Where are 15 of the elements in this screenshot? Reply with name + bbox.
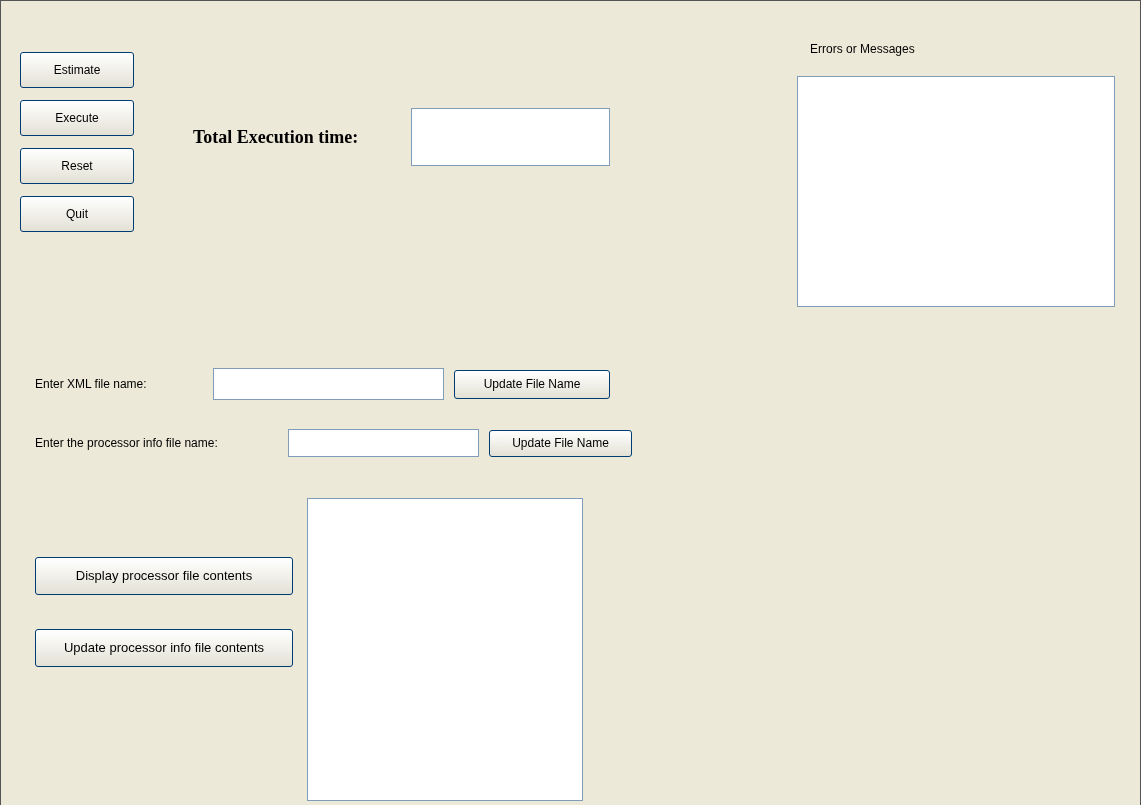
processor-button[interactable]: Update processor info file contents (35, 629, 293, 667)
processor-button[interactable]: Display processor file contents (35, 557, 293, 595)
action-button[interactable]: Execute (20, 100, 134, 136)
file-name-label: Enter XML file name: (35, 376, 148, 393)
execution-time-label: Total Execution time: (193, 125, 360, 149)
messages-label: Errors or Messages (810, 41, 916, 58)
execution-time-field[interactable] (411, 108, 610, 166)
action-button[interactable]: Estimate (20, 52, 134, 88)
action-button[interactable]: Quit (20, 196, 134, 232)
file-name-label: Enter the processor info file name: (35, 435, 219, 452)
action-button[interactable]: Reset (20, 148, 134, 184)
update-file-name-button[interactable]: Update File Name (454, 369, 610, 399)
file-name-field[interactable] (213, 368, 444, 400)
update-file-name-button[interactable]: Update File Name (489, 429, 632, 457)
file-name-field[interactable] (288, 429, 479, 457)
